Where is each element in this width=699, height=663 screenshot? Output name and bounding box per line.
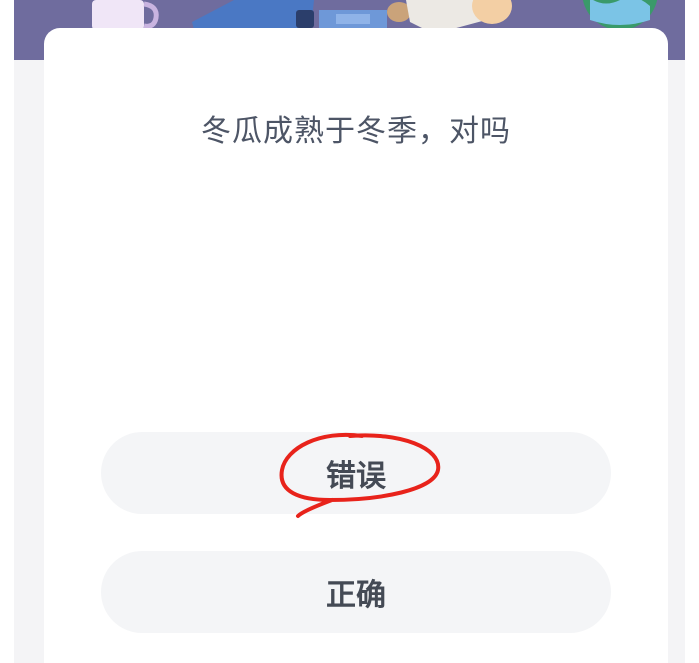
answer-option-label: 正确 [326,578,386,613]
answer-option-label: 错误 [326,459,386,494]
answer-option-wrong[interactable]: 错误 [101,432,611,514]
quiz-page: 冬瓜成熟于冬季，对吗 错误 正确 [0,0,699,663]
question-card: 冬瓜成熟于冬季，对吗 错误 正确 [44,28,668,663]
answer-option-correct[interactable]: 正确 [101,551,611,633]
question-text: 冬瓜成熟于冬季，对吗 [201,114,511,149]
